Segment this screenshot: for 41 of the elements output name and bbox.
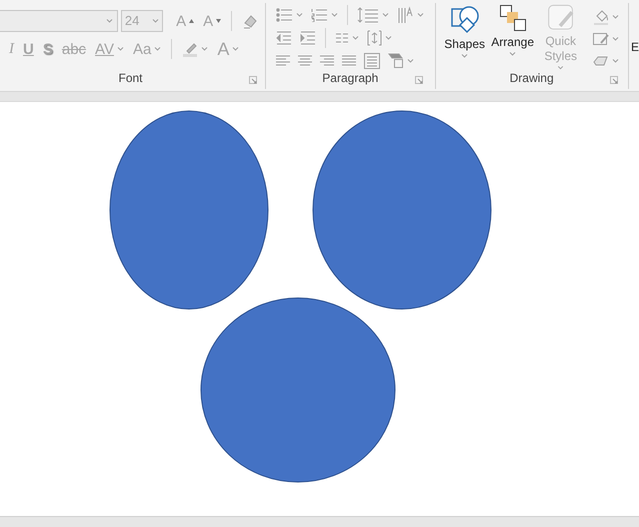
shapes-button[interactable]: Shapes: [442, 4, 488, 70]
dialog-launcher-icon[interactable]: [249, 76, 257, 84]
highlighter-icon: [182, 41, 198, 57]
smartart-icon: [388, 53, 404, 69]
caret-icon: [461, 54, 468, 58]
indent-icon: [276, 31, 292, 45]
eraser-icon: [242, 13, 258, 29]
brush-icon: [546, 4, 576, 32]
group-label: Drawing: [510, 70, 554, 87]
justify-icon: [342, 55, 356, 67]
group-label: Font: [118, 70, 142, 87]
shapes-icon: [450, 4, 480, 34]
caret-icon: [557, 66, 564, 70]
dialog-launcher-icon[interactable]: [610, 76, 618, 84]
ribbon-label: E: [630, 39, 639, 56]
dialog-launcher-icon[interactable]: [415, 76, 424, 84]
arrange-button[interactable]: Arrange: [490, 4, 536, 70]
align-center-icon: [298, 55, 312, 67]
caret-icon: [152, 19, 160, 23]
ellipse-shape[interactable]: [200, 298, 396, 482]
ellipse-shape[interactable]: [110, 110, 268, 310]
align-text-icon: [367, 30, 382, 46]
caret-icon: [509, 52, 516, 56]
indent-icon: [300, 31, 316, 45]
triangle-up-icon: [189, 19, 194, 23]
align-left-icon: [276, 55, 290, 67]
triangle-down-icon: [216, 19, 222, 23]
paint-bucket-icon: [592, 9, 609, 25]
caret-icon: [106, 19, 113, 23]
bullet-list-icon: [276, 8, 294, 22]
effects-icon: [592, 54, 609, 68]
distribute-icon: [364, 53, 380, 69]
columns-icon: [335, 32, 350, 44]
ellipse-shape[interactable]: [312, 110, 492, 310]
align-right-icon: [320, 55, 334, 67]
layers-icon: [498, 4, 527, 32]
group-label: Paragraph: [322, 70, 378, 87]
numbered-list-icon: [311, 8, 328, 22]
line-spacing-icon: [357, 7, 380, 23]
pencil-icon: [592, 31, 609, 47]
text-direction-icon: [397, 6, 414, 24]
